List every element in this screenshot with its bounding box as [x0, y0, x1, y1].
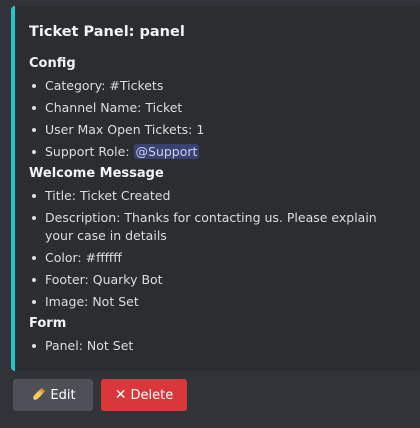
list-item-text: Image: Not Set [45, 294, 139, 309]
list-item-text: Description: Thanks for contacting us. P… [45, 210, 377, 243]
list-item: Category: #Tickets [32, 77, 406, 95]
list-item: Image: Not Set [32, 293, 406, 311]
action-buttons: Edit ✕ Delete [13, 379, 187, 411]
list-item-text: Panel: Not Set [45, 338, 134, 353]
list-item-text: Category: #Tickets [45, 78, 164, 93]
form-list: Panel: Not Set [29, 337, 406, 355]
list-item: Title: Ticket Created [32, 187, 406, 205]
embed-title: Ticket Panel: panel [29, 24, 185, 40]
list-item: User Max Open Tickets: 1 [32, 121, 406, 139]
list-item-text: Color: #ffffff [45, 250, 122, 265]
list-item: Footer: Quarky Bot [32, 271, 406, 289]
list-item-text: Footer: Quarky Bot [45, 272, 163, 287]
delete-button[interactable]: ✕ Delete [101, 379, 187, 411]
embed-body: Ticket Panel: panel Config Category: #Ti… [29, 22, 406, 359]
section-title-config: Config [29, 56, 76, 71]
embed-card: Ticket Panel: panel Config Category: #Ti… [11, 6, 420, 371]
list-item: Description: Thanks for contacting us. P… [32, 209, 406, 245]
list-item-text: Support Role: [45, 144, 134, 159]
pencil-icon [30, 387, 46, 403]
delete-button-label: Delete [130, 387, 174, 403]
config-list: Category: #Tickets Channel Name: Ticket … [29, 77, 406, 161]
list-item-text: Title: Ticket Created [45, 188, 171, 203]
list-item: Channel Name: Ticket [32, 99, 406, 117]
list-item: Color: #ffffff [32, 249, 406, 267]
list-item: Panel: Not Set [32, 337, 406, 355]
welcome-message-list: Title: Ticket Created Description: Thank… [29, 187, 406, 311]
list-item-text: User Max Open Tickets: 1 [45, 122, 205, 137]
list-item-text: Channel Name: Ticket [45, 100, 183, 115]
embed-accent-bar [11, 6, 15, 371]
edit-button-label: Edit [50, 387, 76, 403]
role-mention[interactable]: @Support [133, 144, 200, 159]
list-item: Support Role: @Support [32, 143, 406, 161]
section-title-welcome-message: Welcome Message [29, 166, 164, 181]
x-icon: ✕ [114, 387, 127, 403]
edit-button[interactable]: Edit [13, 379, 93, 411]
section-title-form: Form [29, 316, 67, 331]
